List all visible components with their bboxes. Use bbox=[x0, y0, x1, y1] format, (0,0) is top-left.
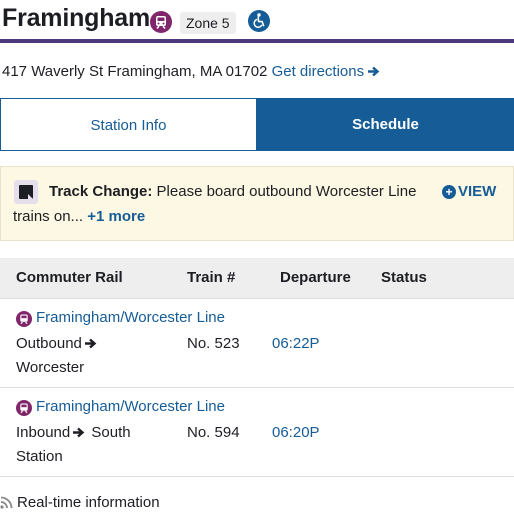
departure-time[interactable]: 06:22P bbox=[272, 332, 320, 356]
table-row: Framingham/Worcester Line Inbound South … bbox=[0, 388, 514, 477]
zone-badge: Zone 5 bbox=[180, 12, 236, 34]
tab-schedule[interactable]: Schedule bbox=[257, 98, 514, 151]
trip-direction: Inbound South Station bbox=[16, 421, 156, 469]
route-link[interactable]: Framingham/Worcester Line bbox=[36, 398, 225, 415]
destination-label: Worcester bbox=[16, 359, 85, 376]
alert-text-continued: trains on... +1 more bbox=[13, 208, 145, 225]
commuter-rail-icon bbox=[150, 11, 172, 33]
train-number: No. 523 bbox=[187, 335, 240, 352]
trip-direction: Outbound Worcester bbox=[16, 332, 156, 380]
route-link[interactable]: Framingham/Worcester Line bbox=[36, 309, 225, 326]
get-directions-link[interactable]: Get directions bbox=[272, 63, 381, 80]
service-alert: Track Change: Please board outbound Worc… bbox=[0, 166, 514, 241]
accessible-icon bbox=[248, 10, 270, 32]
arrow-right-icon bbox=[73, 427, 85, 438]
header-commuter-rail: Commuter Rail bbox=[16, 269, 123, 286]
realtime-label: Real-time information bbox=[17, 494, 160, 511]
commuter-rail-icon bbox=[16, 400, 32, 416]
table-row: Framingham/Worcester Line Outbound Worces… bbox=[0, 299, 514, 388]
plus-circle-icon: + bbox=[442, 185, 456, 199]
alert-view-button[interactable]: + VIEW bbox=[442, 183, 496, 200]
train-number: No. 594 bbox=[187, 424, 240, 441]
station-title: Framingham bbox=[2, 4, 151, 32]
alert-description-continued: trains on... bbox=[13, 208, 84, 225]
arrow-right-icon bbox=[84, 338, 97, 349]
header-departure: Departure bbox=[280, 269, 351, 286]
realtime-info: Real-time information bbox=[0, 494, 160, 511]
header-divider bbox=[0, 39, 514, 43]
arrow-right-icon bbox=[368, 66, 380, 77]
get-directions-label: Get directions bbox=[271, 63, 365, 80]
alert-more-link[interactable]: +1 more bbox=[87, 208, 145, 225]
departure-time[interactable]: 06:20P bbox=[272, 421, 320, 445]
direction-label: Inbound bbox=[16, 424, 71, 441]
alert-description: Please board outbound Worcester Line bbox=[156, 183, 417, 200]
schedule-table-header: Commuter Rail Train # Departure Status bbox=[0, 258, 514, 299]
alert-text: Track Change: Please board outbound Worc… bbox=[49, 183, 416, 200]
tab-station-info[interactable]: Station Info bbox=[0, 98, 257, 151]
realtime-icon bbox=[0, 496, 13, 509]
header-train-number: Train # bbox=[187, 269, 236, 286]
direction-label: Outbound bbox=[16, 335, 82, 352]
station-address: 417 Waverly St Framingham, MA 01702 bbox=[2, 63, 268, 80]
station-address-line: 417 Waverly St Framingham, MA 01702 Get … bbox=[2, 63, 380, 80]
header-status: Status bbox=[381, 269, 427, 286]
alert-effect: Track Change: bbox=[49, 183, 153, 200]
station-tabs: Station Info Schedule bbox=[0, 98, 514, 151]
station-header: Framingham Zone 5 bbox=[0, 0, 514, 44]
alert-document-icon bbox=[14, 180, 38, 204]
commuter-rail-icon bbox=[16, 311, 32, 327]
alert-view-label: VIEW bbox=[458, 183, 497, 200]
